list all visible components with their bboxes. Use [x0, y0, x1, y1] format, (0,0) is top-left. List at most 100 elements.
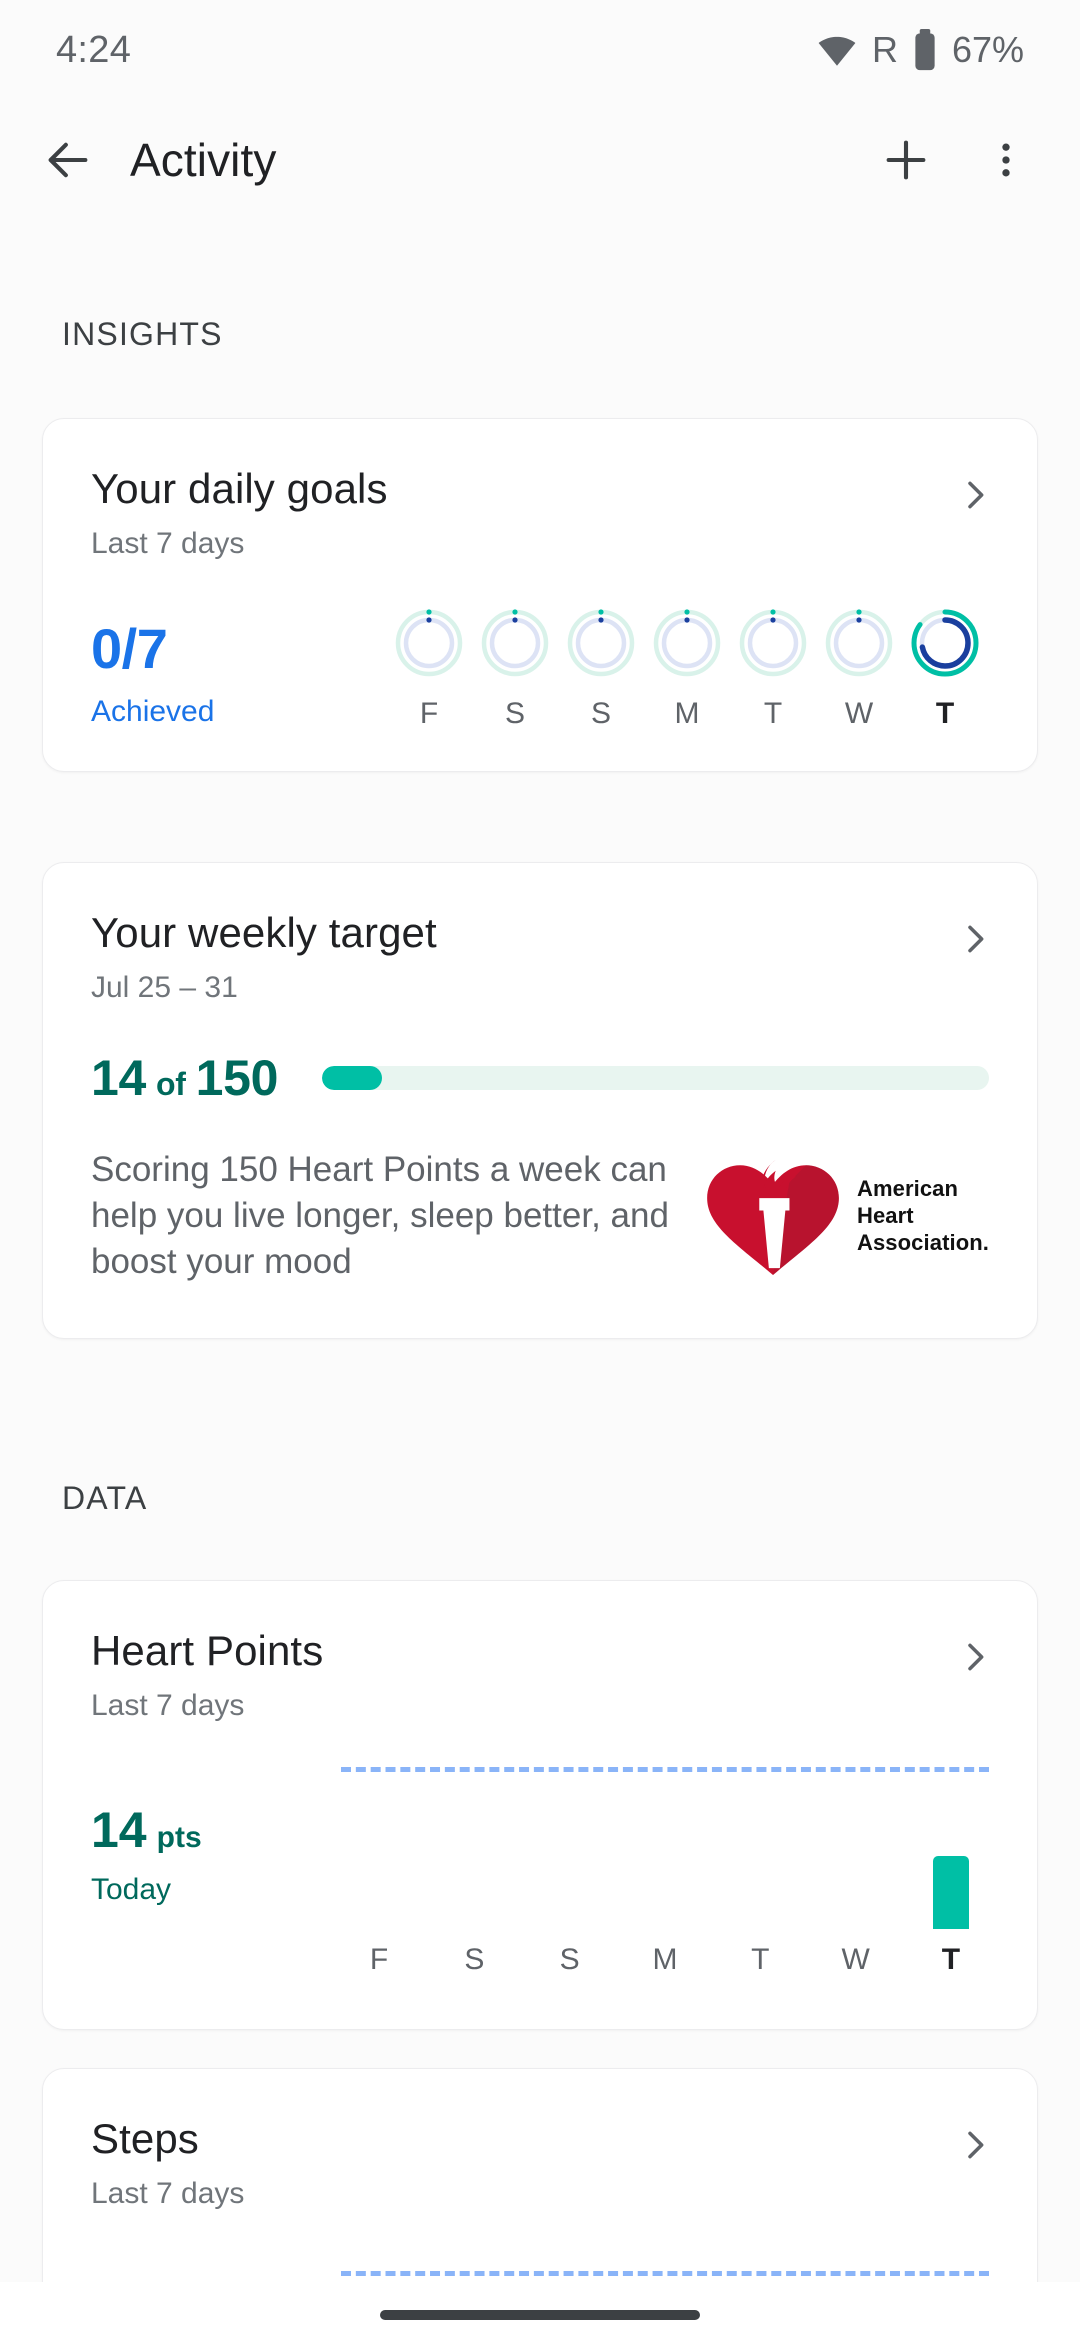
steps-chevron[interactable] [955, 2125, 995, 2170]
chart-bar-column [532, 1761, 608, 1929]
steps-goal-line [341, 2271, 989, 2276]
system-nav-bar [0, 2282, 1080, 2340]
weekly-target-goal: 150 [195, 1050, 279, 1106]
daily-goals-achieved-block: 0/7 Achieved [91, 607, 391, 729]
ring-day-label: T [763, 697, 783, 730]
steps-title: Steps [91, 2115, 199, 2162]
heart-points-chart [341, 1761, 989, 1929]
aha-wordmark: American Heart Association. [857, 1176, 989, 1256]
back-arrow-icon [48, 142, 88, 178]
daily-goals-body: 0/7 Achieved F S S M T W T [43, 607, 1037, 771]
weekly-target-title: Your weekly target [91, 909, 437, 956]
chart-axis-label: M [652, 1943, 678, 1976]
goal-ring-graphic [393, 607, 465, 679]
chart-bar-column [627, 1761, 703, 1929]
chevron-right-icon [968, 481, 984, 509]
daily-goals-value: 0/7 [91, 617, 168, 680]
daily-goal-ring-2: S [563, 607, 639, 731]
card-daily-goals[interactable]: Your daily goals Last 7 days 0/7 Achieve… [42, 418, 1038, 772]
daily-goals-title: Your daily goals [91, 465, 388, 512]
aha-line-1: American [856, 1176, 959, 1202]
battery-icon [912, 29, 938, 71]
heart-points-subtitle: Last 7 days [91, 1689, 245, 1722]
heart-points-unit: pts [156, 1821, 202, 1854]
heart-points-summary: 14 pts Today [91, 1761, 341, 1929]
goal-ring-graphic [737, 607, 809, 679]
back-button[interactable] [20, 112, 116, 208]
daily-goals-subtitle: Last 7 days [91, 527, 245, 560]
chart-axis-label: F [369, 1943, 389, 1976]
goal-ring-graphic [823, 607, 895, 679]
chart-axis-label: W [841, 1943, 870, 1976]
daily-goal-ring-0: F [391, 607, 467, 731]
weekly-target-chevron[interactable] [955, 919, 995, 964]
weekly-target-progress-fill [322, 1066, 383, 1090]
weekly-target-subtitle: Jul 25 – 31 [91, 971, 238, 1004]
chart-bar [932, 1855, 969, 1929]
daily-goals-chevron[interactable] [955, 475, 995, 520]
chart-bar-column [913, 1761, 989, 1929]
ring-day-label: S [590, 697, 611, 730]
steps-header: Steps Last 7 days [43, 2069, 1037, 2211]
heart-points-period: Today [91, 1873, 172, 1906]
chart-bar-column [722, 1761, 798, 1929]
weekly-target-value: 14 of 150 [91, 1049, 278, 1107]
aha-line-2: Heart [856, 1202, 914, 1228]
goal-ring-graphic [909, 607, 981, 679]
aha-line-3: Association. [856, 1229, 989, 1255]
heart-points-chart-row: 14 pts Today [43, 1761, 1037, 1929]
daily-goals-header: Your daily goals Last 7 days [43, 419, 1037, 561]
card-heart-points[interactable]: Heart Points Last 7 days 14 pts Today F S S… [42, 1580, 1038, 2030]
chart-axis-label: S [559, 1943, 580, 1976]
chart-bar-column [436, 1761, 512, 1929]
aha-heart-torch-icon [707, 1160, 839, 1276]
chart-axis-label: S [464, 1943, 485, 1976]
weekly-target-header: Your weekly target Jul 25 – 31 [43, 863, 1037, 1005]
weekly-target-current: 14 [91, 1050, 147, 1106]
app-bar: Activity [0, 100, 1080, 220]
daily-goal-ring-3: M [649, 607, 725, 731]
heart-points-value: 14 pts [91, 1805, 341, 1855]
wifi-icon [816, 29, 858, 71]
goal-ring-graphic [651, 607, 723, 679]
card-weekly-target[interactable]: Your weekly target Jul 25 – 31 14 of 150 S… [42, 862, 1038, 1339]
page-title: Activity [130, 134, 277, 186]
heart-points-bars [341, 1761, 989, 1929]
chart-axis-label: T [751, 1943, 770, 1976]
ring-day-label: T [935, 697, 955, 730]
heart-points-title: Heart Points [91, 1627, 324, 1674]
ring-day-label: W [844, 697, 874, 730]
overflow-menu-button[interactable] [958, 112, 1054, 208]
battery-percent: 67% [951, 29, 1024, 70]
chevron-right-icon [968, 925, 984, 953]
heart-points-axis-labels: FSSMTWT [293, 1943, 1037, 1977]
chart-bar-column [818, 1761, 894, 1929]
ring-day-label: F [419, 697, 439, 730]
steps-subtitle: Last 7 days [91, 2177, 245, 2210]
chart-bar-column [341, 1761, 417, 1929]
goal-ring-graphic [479, 607, 551, 679]
section-header-data: DATA [62, 1480, 148, 1516]
daily-goal-ring-5: W [821, 607, 897, 731]
ring-day-label: S [504, 697, 525, 730]
american-heart-association-logo: American Heart Association. [703, 1157, 989, 1276]
add-button[interactable] [858, 112, 954, 208]
daily-goals-achieved-label: Achieved [91, 695, 215, 728]
chevron-right-icon [968, 2131, 984, 2159]
daily-goals-rings: FSSMTWT [391, 607, 989, 731]
status-bar: 4:24 R 67% [0, 0, 1080, 100]
app-screen: 4:24 R 67% Activity INSIGHTS Your daily … [0, 0, 1080, 2340]
heart-points-number: 14 [91, 1802, 147, 1858]
weekly-target-body-text: Scoring 150 Heart Points a week can help… [91, 1150, 669, 1282]
daily-goal-ring-4: T [735, 607, 811, 731]
heart-points-chevron[interactable] [955, 1637, 995, 1682]
weekly-target-progress-bar [322, 1066, 989, 1090]
goal-ring-graphic [565, 607, 637, 679]
section-header-insights: INSIGHTS [62, 316, 223, 352]
heart-points-header: Heart Points Last 7 days [43, 1581, 1037, 1723]
app-bar-left: Activity [0, 112, 276, 208]
home-gesture-pill[interactable] [380, 2310, 700, 2320]
roaming-indicator: R [871, 29, 898, 70]
daily-goal-ring-6: T [907, 607, 983, 731]
more-vert-icon [1002, 143, 1010, 177]
